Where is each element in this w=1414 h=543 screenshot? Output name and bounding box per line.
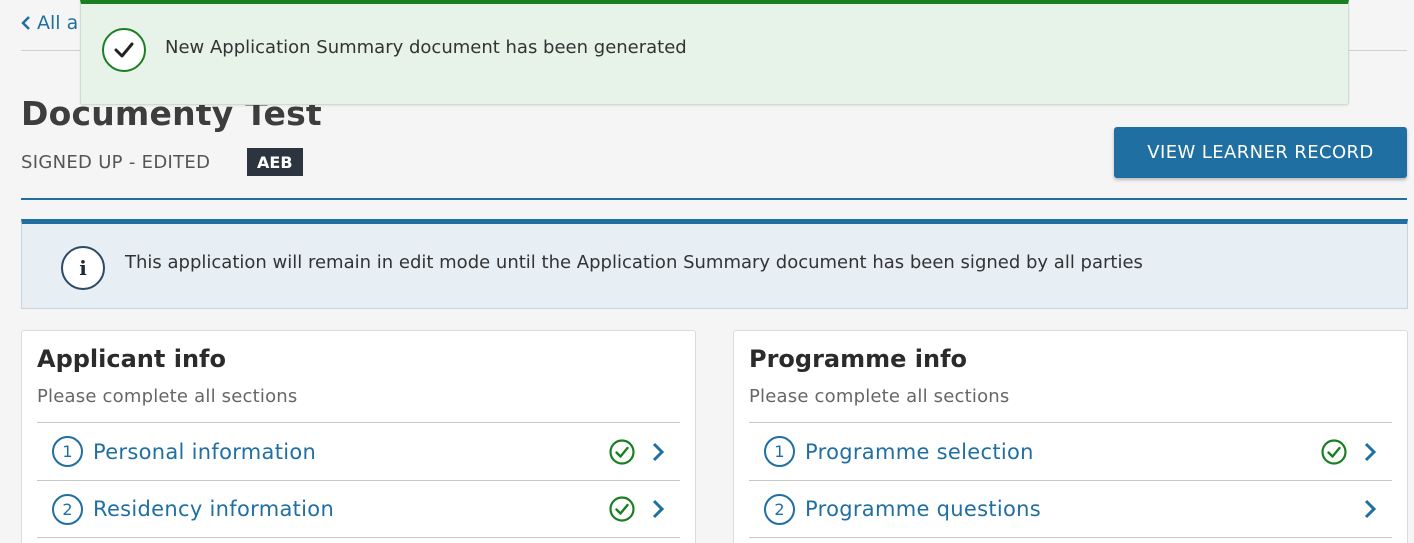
success-toast: New Application Summary document has bee…	[80, 0, 1349, 105]
step-number: 2	[764, 493, 795, 525]
checkmark-icon	[102, 28, 146, 72]
chevron-left-icon	[21, 16, 30, 30]
info-icon: i	[61, 246, 105, 290]
chevron-right-icon[interactable]	[1363, 499, 1377, 519]
back-link[interactable]: All a	[21, 12, 78, 34]
section-row-residency-information[interactable]: 2 Residency information	[37, 480, 680, 538]
section-row-personal-information[interactable]: 1 Personal information	[37, 422, 680, 480]
section-row-programme-questions[interactable]: 2 Programme questions	[749, 480, 1392, 538]
card-title: Programme info	[749, 345, 968, 373]
step-number: 2	[52, 493, 83, 525]
check-circle-icon	[609, 496, 635, 522]
funding-badge: AEB	[247, 148, 303, 176]
check-circle-icon	[609, 438, 635, 465]
section-label[interactable]: Personal information	[93, 440, 316, 464]
chevron-right-icon[interactable]	[1363, 442, 1377, 462]
section-label[interactable]: Programme questions	[805, 497, 1041, 521]
info-banner-text: This application will remain in edit mod…	[125, 252, 1143, 273]
step-number: 1	[764, 436, 795, 467]
chevron-right-icon[interactable]	[651, 442, 665, 462]
toast-message: New Application Summary document has bee…	[165, 37, 687, 58]
card-subtitle: Please complete all sections	[749, 386, 1010, 407]
card-subtitle: Please complete all sections	[37, 386, 298, 407]
application-status: SIGNED UP - EDITED	[21, 152, 211, 173]
card-title: Applicant info	[37, 345, 226, 373]
section-list: 1 Programme selection 2 Programme questi…	[749, 422, 1392, 538]
info-banner: i This application will remain in edit m…	[21, 219, 1408, 309]
section-row-programme-selection[interactable]: 1 Programme selection	[749, 422, 1392, 480]
back-link-label: All a	[37, 12, 79, 34]
section-label[interactable]: Residency information	[93, 497, 334, 521]
title-divider	[21, 198, 1407, 200]
section-list: 1 Personal information 2 Residency infor…	[37, 422, 680, 538]
programme-info-card: Programme info Please complete all secti…	[733, 330, 1408, 543]
application-page: All a New Application Summary document h…	[0, 0, 1414, 543]
section-label[interactable]: Programme selection	[805, 440, 1034, 464]
chevron-right-icon[interactable]	[651, 499, 665, 519]
applicant-info-card: Applicant info Please complete all secti…	[21, 330, 696, 543]
view-learner-record-button[interactable]: VIEW LEARNER RECORD	[1114, 127, 1407, 178]
check-circle-icon	[1321, 438, 1347, 465]
step-number: 1	[52, 436, 83, 467]
